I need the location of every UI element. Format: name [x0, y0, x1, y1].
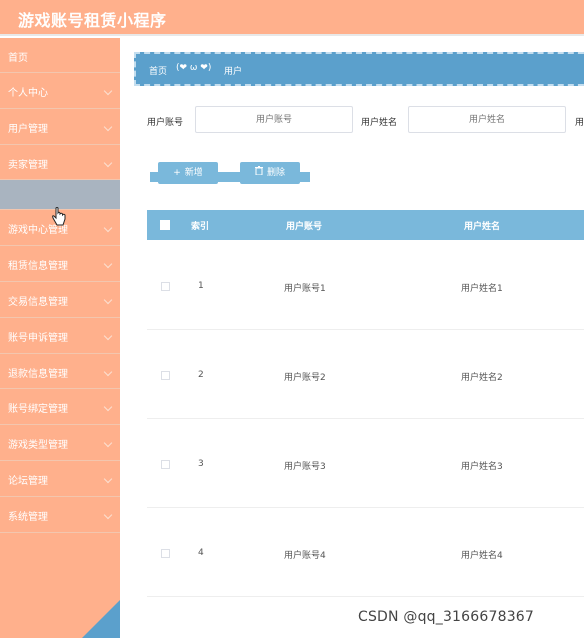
sidebar-item-label: 系统管理 [8, 511, 48, 523]
plus-icon: + [173, 168, 181, 178]
cell-name: 用户姓名2 [461, 373, 503, 383]
cell-account: 用户账号3 [284, 462, 326, 472]
trash-icon [254, 162, 263, 184]
top-bar: 游戏账号租赁小程序 [0, 0, 584, 36]
sidebar-item-label: 论坛管理 [8, 475, 48, 487]
delete-button-tail-right [298, 172, 310, 182]
sidebar-item-seller-management[interactable]: 卖家管理 [0, 145, 120, 181]
chevron-down-icon [103, 438, 113, 448]
sidebar-item-account-binding[interactable]: 账号绑定管理 [0, 389, 120, 426]
sidebar-item-home[interactable]: 首页 [0, 38, 120, 73]
chevron-down-icon [103, 158, 113, 167]
cell-index: 1 [198, 281, 204, 291]
row-checkbox[interactable] [161, 549, 170, 558]
column-header-name: 用户姓名 [464, 222, 501, 232]
breadcrumb-home[interactable]: 首页 [149, 64, 167, 77]
account-search-label: 用户账号 [147, 118, 184, 128]
chevron-down-icon [103, 331, 113, 341]
cell-name: 用户姓名4 [461, 551, 503, 561]
chevron-down-icon [103, 367, 113, 376]
sidebar-item-label: 游戏类型管理 [8, 440, 68, 452]
chevron-down-icon [103, 224, 113, 233]
breadcrumb-current: 用户 [224, 67, 243, 77]
watermark: CSDN @qq_3166678367 [358, 609, 535, 625]
sidebar-item-transaction-info[interactable]: 交易信息管理 [0, 282, 120, 318]
add-button-label: 新增 [184, 168, 203, 178]
chevron-down-icon [103, 403, 113, 412]
sidebar-item-label: 账号绑定管理 [8, 404, 68, 416]
cell-index: 4 [198, 548, 204, 558]
delete-button-label: 删除 [266, 168, 285, 178]
column-header-account: 用户账号 [286, 222, 323, 232]
sidebar-item-forum[interactable]: 论坛管理 [0, 461, 120, 497]
column-header-index: 索引 [191, 222, 210, 232]
chevron-down-icon [103, 86, 113, 96]
sidebar-item-label: 交易信息管理 [8, 296, 68, 308]
account-search-input[interactable] [195, 106, 353, 133]
row-checkbox[interactable] [161, 282, 170, 291]
add-button[interactable]: + 新增 [158, 162, 218, 184]
sidebar-item-user-management[interactable]: 用户管理 [0, 109, 120, 145]
chevron-down-icon [103, 259, 113, 269]
select-all-checkbox[interactable] [160, 220, 170, 230]
breadcrumb: 首页 (❤ ω ❤) 用户 [134, 52, 584, 86]
sidebar-item-label: 账号申诉管理 [8, 332, 68, 344]
sidebar-item-label: 退款信息管理 [8, 368, 68, 380]
app-title: 游戏账号租赁小程序 [18, 11, 167, 30]
sidebar-item-game-type[interactable]: 游戏类型管理 [0, 425, 120, 461]
sidebar-item-rental-info[interactable]: 租赁信息管理 [0, 246, 120, 282]
sidebar-item-label: 个人中心 [8, 88, 48, 99]
sidebar-item-personal-center[interactable]: 个人中心 [0, 73, 120, 109]
cell-account: 用户账号4 [284, 551, 326, 561]
chevron-down-icon [103, 295, 113, 305]
table-header: 索引 用户账号 用户姓名 [147, 210, 584, 240]
sidebar-item-account-appeal[interactable]: 账号申诉管理 [0, 318, 120, 354]
table-row[interactable]: 1 用户账号1 用户姓名1 [147, 241, 584, 330]
chevron-down-icon [103, 122, 113, 132]
row-checkbox[interactable] [161, 460, 170, 469]
sidebar-submenu-expanded[interactable] [0, 180, 120, 211]
cell-index: 2 [198, 370, 204, 380]
sidebar-corner-decoration [82, 600, 120, 638]
cell-name: 用户姓名3 [461, 462, 503, 472]
chevron-down-icon [103, 474, 113, 484]
table-row[interactable]: 3 用户账号3 用户姓名3 [147, 419, 584, 508]
sidebar-item-label: 用户管理 [8, 123, 48, 135]
breadcrumb-separator: (❤ ω ❤) [176, 63, 212, 73]
chevron-down-icon [103, 510, 113, 520]
row-checkbox[interactable] [161, 371, 170, 380]
third-search-label: 用 [575, 118, 584, 128]
name-search-label: 用户姓名 [361, 118, 398, 128]
cell-index: 3 [198, 459, 204, 469]
sidebar-item-label: 租赁信息管理 [8, 261, 68, 273]
sidebar-item-label: 卖家管理 [8, 159, 48, 171]
sidebar-item-system[interactable]: 系统管理 [0, 497, 120, 533]
sidebar: 首页 个人中心 用户管理 卖家管理 游戏中心管理 租赁信息管理 交易信息管理 账… [0, 38, 120, 638]
table-row[interactable]: 4 用户账号4 用户姓名4 [147, 508, 584, 597]
delete-button[interactable]: 删除 [240, 162, 300, 184]
sidebar-item-label: 首页 [8, 53, 28, 64]
table-row[interactable]: 2 用户账号2 用户姓名2 [147, 330, 584, 419]
hand-cursor-icon [52, 207, 66, 226]
cell-name: 用户姓名1 [461, 284, 503, 294]
cell-account: 用户账号2 [284, 373, 326, 383]
cell-account: 用户账号1 [284, 284, 326, 294]
name-search-input[interactable] [408, 106, 566, 133]
sidebar-item-refund-info[interactable]: 退款信息管理 [0, 354, 120, 390]
